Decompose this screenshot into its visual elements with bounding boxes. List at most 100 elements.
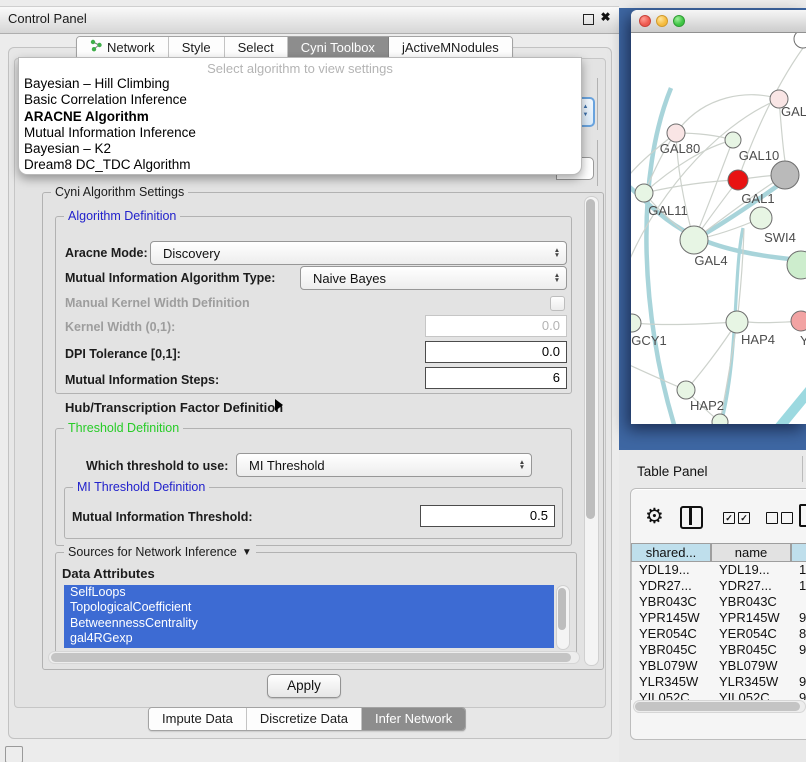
close-traffic-icon[interactable] bbox=[639, 15, 651, 27]
hub-definition-label[interactable]: Hub/Transcription Factor Definition bbox=[65, 400, 283, 415]
column-layout-icon[interactable] bbox=[680, 506, 703, 529]
node-swi4[interactable] bbox=[787, 251, 806, 279]
attribute-item[interactable]: BetweennessCentrality bbox=[64, 616, 554, 631]
mi-algorithm-type-label: Mutual Information Algorithm Type: bbox=[65, 271, 275, 285]
tab-infer-network[interactable]: Infer Network bbox=[362, 708, 465, 730]
combobox-spinner-icon: ▲▼ bbox=[548, 273, 566, 283]
which-threshold-combobox[interactable]: MI Threshold ▲▼ bbox=[236, 453, 532, 477]
mi-algorithm-type-combobox[interactable]: Naive Bayes ▲▼ bbox=[300, 266, 567, 290]
sources-group-title[interactable]: Sources for Network Inference ▼ bbox=[64, 545, 256, 559]
minimize-traffic-icon[interactable] bbox=[656, 15, 668, 27]
node[interactable] bbox=[771, 161, 799, 189]
table-row[interactable]: YER054CYER054C8. bbox=[632, 626, 806, 642]
table-row[interactable]: YBR045CYBR045C9. bbox=[632, 642, 806, 658]
algorithm-option[interactable]: Mutual Information Inference bbox=[19, 125, 581, 141]
node-y[interactable] bbox=[791, 311, 806, 331]
gear-icon[interactable]: ⚙ bbox=[645, 504, 664, 529]
checked-columns-icon[interactable]: ✓ bbox=[738, 512, 750, 524]
attributes-scrollbar[interactable] bbox=[556, 585, 570, 650]
apply-button[interactable]: Apply bbox=[267, 674, 341, 698]
node-label: GAL1 bbox=[741, 191, 774, 206]
attribute-item[interactable]: gal4RGexp bbox=[64, 631, 554, 646]
table-cell: 8. bbox=[799, 626, 806, 642]
attribute-item[interactable]: TopologicalCoefficient bbox=[64, 600, 554, 615]
attributes-scrollbar-thumb[interactable] bbox=[558, 588, 566, 630]
node-label: HAP2 bbox=[690, 398, 724, 413]
float-icon[interactable] bbox=[583, 14, 594, 25]
data-attributes-list[interactable]: SelfLoopsTopologicalCoefficientBetweenne… bbox=[64, 585, 554, 648]
cyni-bottom-tabs: Impute DataDiscretize DataInfer Network bbox=[148, 707, 466, 731]
attributes-hscrollbar-thumb[interactable] bbox=[51, 653, 571, 662]
algorithm-option[interactable]: Dream8 DC_TDC Algorithm bbox=[19, 157, 581, 173]
attribute-item[interactable]: SelfLoops bbox=[64, 585, 554, 600]
aracne-mode-label: Aracne Mode: bbox=[65, 246, 148, 260]
table-row[interactable]: YBL079WYBL079W bbox=[632, 658, 806, 674]
network-graph: GALGAL80GAL10GAL1GAL11GAL4SWI4GCY1HAP4YH… bbox=[631, 33, 806, 424]
zoom-traffic-icon[interactable] bbox=[673, 15, 685, 27]
tab-discretize-data[interactable]: Discretize Data bbox=[247, 708, 362, 730]
network-canvas[interactable]: GALGAL80GAL10GAL1GAL11GAL4SWI4GCY1HAP4YH… bbox=[631, 33, 806, 424]
attributes-hscrollbar[interactable] bbox=[48, 651, 580, 664]
tab-style[interactable]: Style bbox=[169, 37, 225, 59]
node-gcy1[interactable] bbox=[631, 314, 641, 332]
unchecked-columns-icon[interactable] bbox=[766, 512, 778, 524]
tab-impute-data[interactable]: Impute Data bbox=[149, 708, 247, 730]
tab-select[interactable]: Select bbox=[225, 37, 288, 59]
tab-cyni-toolbox[interactable]: Cyni Toolbox bbox=[288, 37, 389, 59]
minimized-panel-icon[interactable] bbox=[5, 746, 23, 762]
manual-kernel-width-label: Manual Kernel Width Definition bbox=[65, 296, 250, 310]
table-cell: YBR043C bbox=[639, 594, 697, 610]
node[interactable] bbox=[794, 33, 806, 48]
tab-jactivemnodules[interactable]: jActiveMNodules bbox=[389, 37, 512, 59]
close-icon[interactable]: ✖ bbox=[599, 11, 612, 24]
table-hscrollbar[interactable] bbox=[633, 700, 806, 713]
node-gal4[interactable] bbox=[680, 226, 708, 254]
dpi-tolerance-input[interactable]: 0.0 bbox=[425, 341, 567, 363]
table-row[interactable]: YIL052CYIL052C9 bbox=[632, 690, 806, 700]
checked-columns-icon[interactable]: ✓ bbox=[723, 512, 735, 524]
table-cell: YIL052C bbox=[719, 690, 770, 700]
unchecked-columns-icon[interactable] bbox=[781, 512, 793, 524]
mi-steps-input[interactable]: 6 bbox=[425, 367, 567, 389]
column-header[interactable]: shared... bbox=[631, 543, 711, 562]
algorithm-option[interactable]: Bayesian – K2 bbox=[19, 141, 581, 157]
node[interactable] bbox=[712, 414, 728, 424]
node-hap2[interactable] bbox=[677, 381, 695, 399]
tab-network[interactable]: Network bbox=[77, 37, 169, 59]
settings-scrollbar-thumb[interactable] bbox=[586, 199, 595, 519]
column-header[interactable]: A bbox=[791, 543, 806, 562]
expand-arrow-icon[interactable] bbox=[275, 399, 283, 411]
page-icon[interactable] bbox=[799, 504, 806, 527]
column-header[interactable]: name bbox=[711, 543, 791, 562]
mi-threshold-definition-title: MI Threshold Definition bbox=[73, 480, 209, 494]
algorithm-option[interactable]: Basic Correlation Inference bbox=[19, 92, 581, 108]
table-row[interactable]: YDL19...YDL19...13 bbox=[632, 562, 806, 578]
node-gal1[interactable] bbox=[750, 207, 772, 229]
mi-threshold-input[interactable]: 0.5 bbox=[420, 505, 555, 527]
algorithm-popup-list: Bayesian – Hill ClimbingBasic Correlatio… bbox=[19, 76, 581, 174]
network-window-titlebar[interactable] bbox=[631, 10, 806, 33]
table-row[interactable]: YPR145WYPR145W9. bbox=[632, 610, 806, 626]
node-gal10[interactable] bbox=[725, 132, 741, 148]
algorithm-option[interactable]: ARACNE Algorithm bbox=[19, 109, 581, 125]
node[interactable] bbox=[728, 170, 748, 190]
manual-kernel-width-checkbox[interactable] bbox=[550, 296, 565, 311]
table-row[interactable]: YDR27...YDR27...12 bbox=[632, 578, 806, 594]
settings-scrollbar[interactable] bbox=[584, 196, 599, 666]
node-label: GAL80 bbox=[660, 141, 700, 156]
table-cell: YBR043C bbox=[719, 594, 777, 610]
kernel-width-input[interactable]: 0.0 bbox=[425, 315, 567, 337]
node-hap4[interactable] bbox=[726, 311, 748, 333]
table-row[interactable]: YLR345WYLR345W9. bbox=[632, 674, 806, 690]
table-row[interactable]: YBR043C YBR043C bbox=[632, 594, 806, 610]
node-gal80[interactable] bbox=[667, 124, 685, 142]
network-window[interactable]: GALGAL80GAL10GAL1GAL11GAL4SWI4GCY1HAP4YH… bbox=[631, 10, 806, 424]
aracne-mode-combobox[interactable]: Discovery ▲▼ bbox=[150, 241, 567, 265]
node-gal11[interactable] bbox=[635, 184, 653, 202]
table-cell: YLR345W bbox=[719, 674, 778, 690]
node-table-rows[interactable]: YDL19...YDL19...13YDR27...YDR27...12YBR0… bbox=[631, 562, 806, 700]
node-table[interactable]: shared...nameA YDL19...YDL19...13YDR27..… bbox=[631, 543, 806, 712]
table-hscrollbar-thumb[interactable] bbox=[635, 702, 800, 711]
combobox-spinner-icon: ▲▼ bbox=[548, 248, 566, 258]
algorithm-option[interactable]: Bayesian – Hill Climbing bbox=[19, 76, 581, 92]
